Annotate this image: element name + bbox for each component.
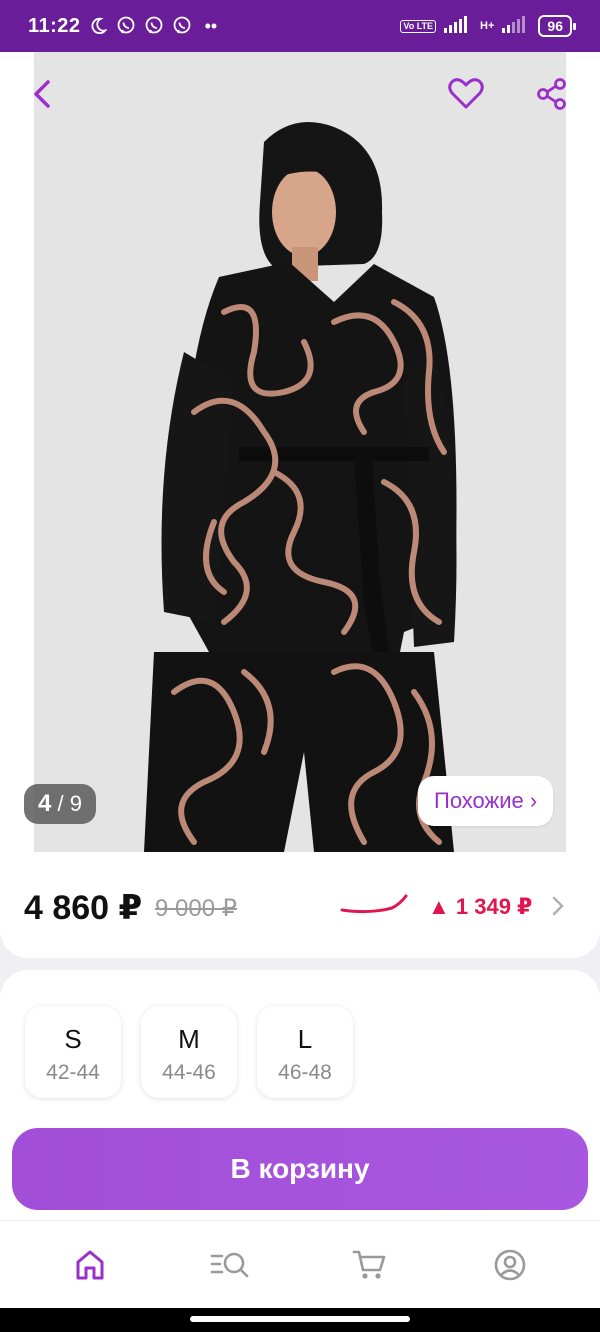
nav-catalog[interactable]	[200, 1235, 260, 1295]
gesture-bar	[0, 1308, 600, 1332]
size-range: 42-44	[46, 1061, 100, 1084]
viber-icon	[143, 15, 165, 37]
product-gallery[interactable]: 4 / 9 Похожие ›	[0, 52, 600, 852]
nav-profile[interactable]	[480, 1235, 540, 1295]
nav-cart[interactable]	[340, 1235, 400, 1295]
size-option-l[interactable]: L 46-48	[257, 1006, 353, 1098]
profile-icon	[494, 1249, 526, 1280]
share-icon	[537, 78, 566, 110]
size-label: L	[297, 1024, 313, 1054]
home-icon	[76, 1250, 104, 1279]
size-range: 44-46	[162, 1061, 216, 1084]
chevron-right-icon[interactable]	[548, 892, 568, 920]
old-price: 9 000 ₽	[155, 895, 237, 922]
current-price: 4 860 ₽	[24, 889, 143, 927]
signal-icon	[502, 15, 530, 38]
product-photo[interactable]	[34, 52, 566, 852]
size-option-s[interactable]: S 42-44	[25, 1006, 121, 1098]
image-counter-current: 4	[38, 790, 52, 817]
catalog-search-icon	[210, 1252, 249, 1277]
back-button[interactable]	[20, 72, 64, 116]
chevron-left-icon	[34, 80, 50, 108]
price-trend-icon[interactable]	[340, 892, 410, 916]
status-bar: 11:22 •• Vo LTE H+ 96	[0, 0, 600, 52]
share-button[interactable]	[530, 72, 574, 116]
battery-indicator: 96	[538, 15, 576, 37]
add-to-cart-button[interactable]: В корзину	[12, 1128, 588, 1210]
bottom-navigation	[0, 1220, 600, 1308]
price-change[interactable]: ▲ 1 349 ₽	[428, 894, 532, 920]
price-card: 4 860 ₽ 9 000 ₽ ▲ 1 349 ₽	[0, 852, 600, 958]
image-counter-total: 9	[69, 791, 82, 816]
viber-icon	[115, 15, 137, 37]
favorite-button[interactable]	[444, 72, 488, 116]
viber-icon	[171, 15, 193, 37]
status-time: 11:22	[28, 14, 81, 37]
moon-icon	[87, 15, 109, 37]
size-range: 46-48	[278, 1061, 332, 1084]
image-counter-separator: /	[57, 791, 64, 816]
signal-icon	[444, 15, 472, 38]
home-indicator[interactable]	[190, 1316, 410, 1322]
size-label: M	[178, 1024, 200, 1054]
heart-icon	[448, 78, 484, 109]
size-option-m[interactable]: M 44-46	[141, 1006, 237, 1098]
image-counter: 4 / 9	[24, 784, 96, 824]
size-label: S	[64, 1024, 82, 1054]
volte-badge: Vo LTE	[400, 19, 437, 33]
nav-home[interactable]	[60, 1235, 120, 1295]
more-notifications-icon: ••	[204, 15, 218, 36]
network-type: H+	[480, 20, 495, 32]
cart-icon	[352, 1250, 386, 1279]
similar-button[interactable]: Похожие ›	[418, 776, 554, 826]
